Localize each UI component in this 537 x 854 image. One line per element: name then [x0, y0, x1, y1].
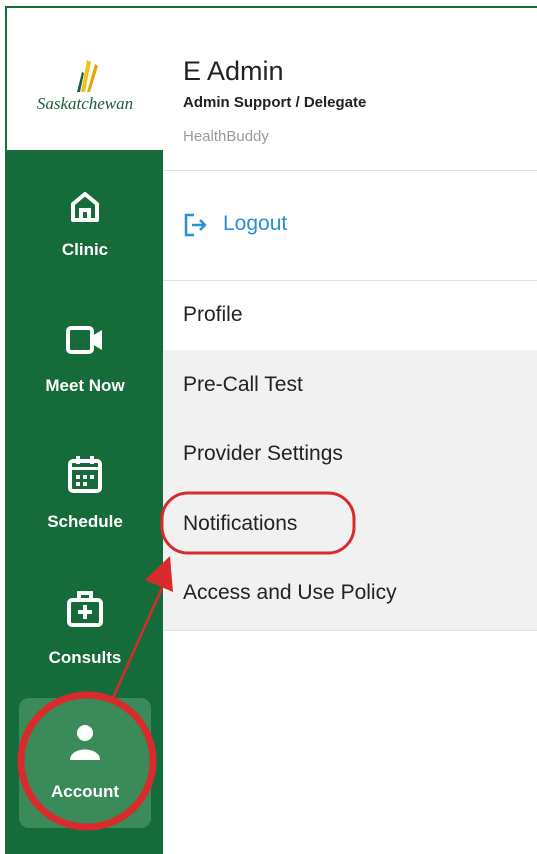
sidebar-item-label: Consults: [48, 648, 122, 667]
menu-item-provider-settings[interactable]: Provider Settings: [163, 421, 537, 487]
sidebar-item-schedule[interactable]: Schedule: [7, 454, 163, 574]
menu-item-label: Notifications: [183, 512, 298, 535]
user-name: E Admin: [183, 56, 284, 86]
home-icon: [71, 192, 99, 222]
user-role: Admin Support / Delegate: [183, 94, 367, 111]
sidebar-item-meet-now[interactable]: Meet Now: [7, 320, 163, 440]
menu-item-notifications[interactable]: Notifications: [163, 491, 537, 557]
sidebar-item-label: Clinic: [61, 240, 109, 259]
menu-item-access-and-use-policy[interactable]: Access and Use Policy: [163, 560, 537, 626]
sidebar-item-label: Schedule: [47, 512, 123, 531]
wheat-logo-icon: [77, 60, 98, 92]
calendar-icon: [68, 456, 102, 493]
divider: [163, 170, 537, 171]
divider: [163, 280, 537, 281]
brand-logo: Saskatchewan: [7, 8, 163, 150]
sidebar-item-account[interactable]: Account: [7, 722, 163, 842]
user-icon: [70, 725, 100, 760]
app-name: HealthBuddy: [183, 128, 269, 145]
sidebar-item-label: Account: [51, 782, 119, 801]
brand-logo-text: Saskatchewan: [36, 94, 134, 113]
menu-item-profile[interactable]: Profile: [163, 282, 537, 348]
sidebar-item-consults[interactable]: Consults: [7, 588, 163, 708]
menu-item-label: Provider Settings: [183, 442, 343, 465]
video-camera-icon: [66, 326, 102, 354]
divider: [163, 630, 537, 631]
sidebar-item-clinic[interactable]: Clinic: [7, 186, 163, 306]
menu-item-pre-call-test[interactable]: Pre-Call Test: [163, 352, 537, 418]
logout-icon: [184, 213, 207, 237]
menu-item-label: Access and Use Policy: [183, 581, 397, 604]
sidebar: Saskatchewan Clinic Meet Now Schedule Co…: [7, 8, 163, 854]
sidebar-item-label: Meet Now: [45, 376, 125, 395]
menu-item-label: Profile: [183, 303, 243, 326]
medical-kit-icon: [67, 591, 103, 627]
menu-item-label: Pre-Call Test: [183, 373, 303, 396]
logout-label: Logout: [223, 212, 288, 235]
